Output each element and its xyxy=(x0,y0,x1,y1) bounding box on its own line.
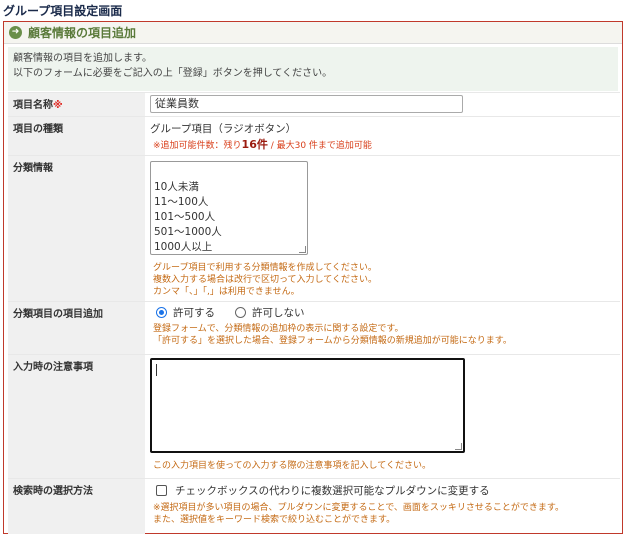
add-option-radio-group: 許可する 許可しない xyxy=(156,305,325,320)
item-type-value: グループ項目（ラジオボタン） xyxy=(150,123,297,135)
radio-deny-circle-icon[interactable] xyxy=(235,307,246,318)
item-type-label: 項目の種類 xyxy=(8,117,145,155)
row-item-type: 項目の種類 グループ項目（ラジオボタン） ※追加可能件数：残り16件 / 最大3… xyxy=(8,116,620,155)
panel-header: ➜ 顧客情報の項目追加 xyxy=(4,22,622,44)
panel-title: 顧客情報の項目追加 xyxy=(28,26,137,40)
pulldown-checkbox-option[interactable]: チェックボックスの代わりに複数選択可能なプルダウンに変更する xyxy=(156,483,490,498)
categories-note-3: カンマ「、」「,」は利用できません。 xyxy=(153,287,300,297)
remaining-count: 16件 xyxy=(241,138,268,151)
row-add-option: 分類項目の項目追加 許可する 許可しない 登録フォームで、分類情報の追加枠の表示… xyxy=(8,301,620,354)
categories-label: 分類情報 xyxy=(8,156,145,301)
add-option-label: 分類項目の項目追加 xyxy=(8,302,145,354)
arrow-right-circle-icon: ➜ xyxy=(9,26,22,39)
categories-note-1: グループ項目で利用する分類情報を作成してください。 xyxy=(153,263,377,273)
add-option-note-1: 登録フォームで、分類情報の追加枠の表示に関する設定です。 xyxy=(153,324,404,334)
checkbox-icon[interactable] xyxy=(156,485,167,496)
row-search-method: 検索時の選択方法 チェックボックスの代わりに複数選択可能なプルダウンに変更する … xyxy=(8,478,620,534)
input-notes-note: この入力項目を使っての入力する際の注意事項を記入してください。 xyxy=(153,461,432,471)
item-name-label: 項目名称※ xyxy=(8,93,145,116)
page-title: グループ項目設定画面 xyxy=(3,4,123,18)
checkbox-label: チェックボックスの代わりに複数選択可能なプルダウンに変更する xyxy=(175,485,490,497)
row-item-name: 項目名称※ 従業員数 xyxy=(8,92,620,116)
radio-deny[interactable]: 許可しない xyxy=(235,305,305,320)
item-type-note: ※追加可能件数：残り16件 / 最大30 件まで追加可能 xyxy=(153,138,372,152)
radio-allow-circle-icon[interactable] xyxy=(156,307,167,318)
resize-handle-icon[interactable] xyxy=(455,443,462,450)
intro-line-1: 顧客情報の項目を追加します。 xyxy=(13,53,152,64)
add-option-note-2: 「許可する」を選択した場合、登録フォームから分類情報の新規追加が可能になります。 xyxy=(153,336,512,346)
radio-allow[interactable]: 許可する xyxy=(156,305,215,320)
search-note-1: ※選択項目が多い項目の場合、プルダウンに変更することで、画面をスッキリさせること… xyxy=(153,503,565,513)
item-name-input[interactable]: 従業員数 xyxy=(150,95,463,113)
search-method-label: 検索時の選択方法 xyxy=(8,479,145,534)
resize-handle-icon[interactable] xyxy=(299,246,306,253)
text-caret xyxy=(156,364,157,376)
input-notes-label: 入力時の注意事項 xyxy=(8,355,145,478)
input-notes-textarea[interactable] xyxy=(150,358,465,453)
row-categories: 分類情報 10人未満 11〜100人 101〜500人 501〜1000人 10… xyxy=(8,155,620,301)
intro-line-2: 以下のフォームに必要をご記入の上「登録」ボタンを押してください。 xyxy=(13,68,333,79)
row-input-notes: 入力時の注意事項 この入力項目を使っての入力する際の注意事項を記入してください。 xyxy=(8,354,620,478)
categories-note-2: 複数入力する場合は改行で区切って入力してください。 xyxy=(153,275,378,285)
categories-textarea[interactable]: 10人未満 11〜100人 101〜500人 501〜1000人 1000人以上 xyxy=(150,161,308,255)
required-mark: ※ xyxy=(53,100,63,111)
intro-message: 顧客情報の項目を追加します。 以下のフォームに必要をご記入の上「登録」ボタンを押… xyxy=(8,47,618,91)
item-add-panel: ➜ 顧客情報の項目追加 顧客情報の項目を追加します。 以下のフォームに必要をご記… xyxy=(3,21,623,534)
search-note-2: また、選択値をキーワード検索で絞り込むことができます。 xyxy=(153,515,396,525)
